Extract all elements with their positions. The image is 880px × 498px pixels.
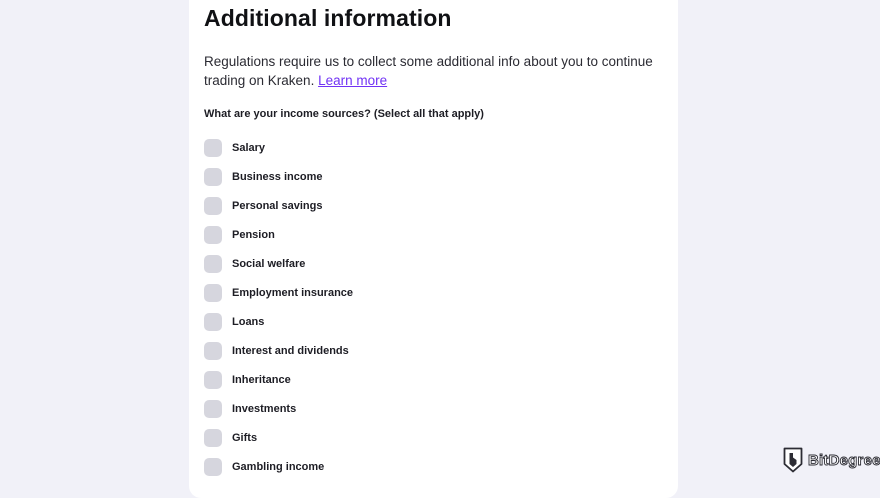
checkbox[interactable] bbox=[204, 399, 222, 418]
income-source-option[interactable]: Pension bbox=[204, 220, 353, 249]
checkbox[interactable] bbox=[204, 196, 222, 215]
income-source-option[interactable]: Personal savings bbox=[204, 191, 353, 220]
intro-text: Regulations require us to collect some a… bbox=[204, 53, 674, 90]
income-source-option[interactable]: Interest and dividends bbox=[204, 336, 353, 365]
intro-body: Regulations require us to collect some a… bbox=[204, 54, 653, 88]
checkbox[interactable] bbox=[204, 428, 222, 447]
checkbox[interactable] bbox=[204, 341, 222, 360]
income-sources-list: Salary Business income Personal savings … bbox=[204, 133, 353, 481]
bitdegree-watermark: BitDegree bbox=[783, 447, 880, 473]
option-label: Business income bbox=[232, 170, 323, 183]
checkbox[interactable] bbox=[204, 457, 222, 476]
page-title: Additional information bbox=[204, 5, 452, 31]
income-source-option[interactable]: Salary bbox=[204, 133, 353, 162]
income-source-option[interactable]: Employment insurance bbox=[204, 278, 353, 307]
option-label: Personal savings bbox=[232, 199, 323, 212]
income-source-option[interactable]: Gambling income bbox=[204, 452, 353, 481]
checkbox[interactable] bbox=[204, 138, 222, 157]
bitdegree-shield-icon bbox=[783, 447, 803, 473]
option-label: Loans bbox=[232, 315, 265, 328]
income-source-option[interactable]: Inheritance bbox=[204, 365, 353, 394]
income-source-option[interactable]: Social welfare bbox=[204, 249, 353, 278]
option-label: Social welfare bbox=[232, 257, 306, 270]
option-label: Employment insurance bbox=[232, 286, 354, 299]
income-source-option[interactable]: Investments bbox=[204, 394, 353, 423]
income-sources-question: What are your income sources? (Select al… bbox=[204, 108, 484, 120]
option-label: Inheritance bbox=[232, 373, 291, 386]
checkbox[interactable] bbox=[204, 254, 222, 273]
income-source-option[interactable]: Business income bbox=[204, 162, 353, 191]
checkbox[interactable] bbox=[204, 167, 222, 186]
option-label: Pension bbox=[232, 228, 275, 241]
learn-more-link[interactable]: Learn more bbox=[318, 73, 387, 88]
option-label: Salary bbox=[232, 141, 266, 154]
option-label: Gifts bbox=[232, 431, 258, 444]
checkbox[interactable] bbox=[204, 283, 222, 302]
checkbox[interactable] bbox=[204, 225, 222, 244]
option-label: Investments bbox=[232, 402, 297, 415]
checkbox[interactable] bbox=[204, 312, 222, 331]
income-source-option[interactable]: Gifts bbox=[204, 423, 353, 452]
watermark-text: BitDegree bbox=[808, 451, 880, 469]
option-label: Interest and dividends bbox=[232, 344, 349, 357]
option-label: Gambling income bbox=[232, 460, 325, 473]
checkbox[interactable] bbox=[204, 370, 222, 389]
income-source-option[interactable]: Loans bbox=[204, 307, 353, 336]
